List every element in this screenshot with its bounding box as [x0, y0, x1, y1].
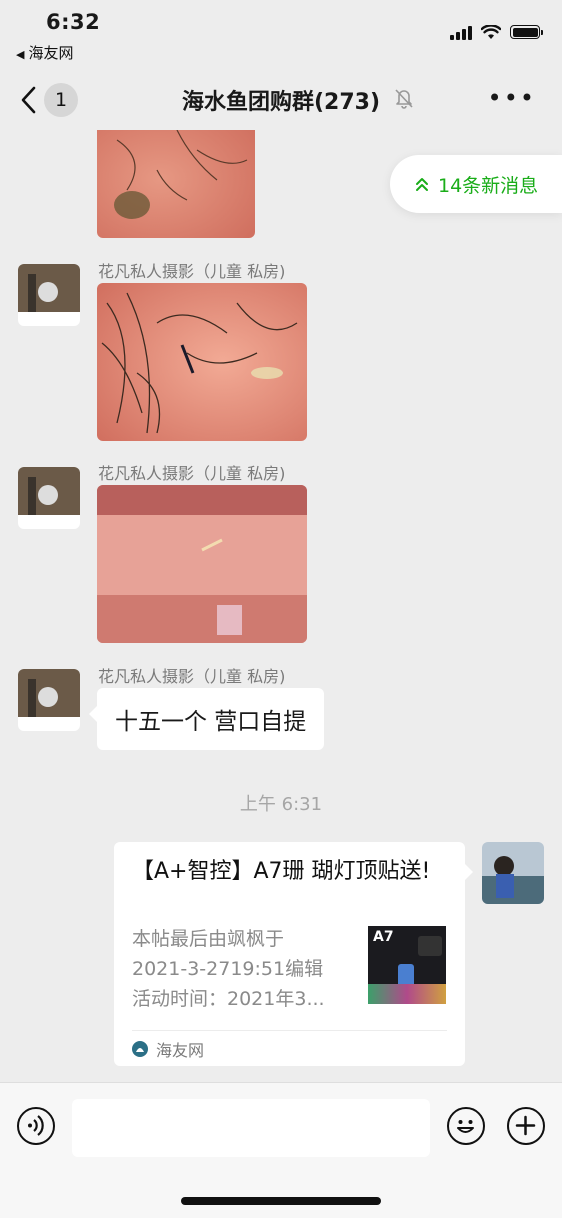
back-triangle-icon: ◀ — [16, 48, 25, 61]
sender-name: 花凡私人摄影（儿童 私房) — [98, 262, 286, 281]
new-messages-button[interactable]: 14条新消息 — [390, 155, 562, 213]
sender-avatar[interactable] — [18, 264, 80, 326]
voice-button[interactable] — [17, 1107, 55, 1145]
mute-bell-icon — [395, 89, 413, 109]
image-message[interactable] — [97, 485, 307, 643]
avatar-image — [482, 842, 544, 904]
image-message[interactable] — [97, 130, 255, 238]
sender-name: 花凡私人摄影（儿童 私房) — [98, 464, 286, 483]
aquarium-photo — [97, 130, 255, 238]
link-card-description: 本帖最后由飒枫于 2021-3-2719:51编辑 活动时间：2021年3... — [132, 928, 325, 1010]
emoji-icon — [457, 1120, 474, 1133]
source-name: 海友网 — [156, 1041, 205, 1060]
return-app-label: 海友网 — [28, 44, 74, 62]
plus-icon — [515, 1115, 536, 1136]
sender-avatar[interactable] — [18, 467, 80, 529]
home-indicator — [181, 1197, 381, 1205]
text-message-bubble[interactable]: 十五一个 营口自提 — [88, 688, 325, 750]
avatar-image — [18, 669, 80, 731]
image-message[interactable] — [97, 283, 307, 441]
aquarium-photo — [97, 485, 307, 643]
message-timestamp: 上午 6:31 — [239, 794, 323, 815]
chat-title: 海水鱼团购群(273) — [181, 90, 381, 115]
more-functions-button[interactable] — [507, 1107, 545, 1145]
voice-icon — [28, 1115, 44, 1136]
link-card-divider — [132, 1030, 447, 1031]
sender-name: 花凡私人摄影（儿童 私房) — [98, 667, 286, 686]
more-options-button[interactable]: ••• — [488, 86, 536, 110]
aquarium-photo — [97, 283, 307, 441]
status-time: 6:32 — [46, 10, 101, 34]
return-to-app-link[interactable]: ◀ 海友网 — [16, 42, 73, 63]
link-card-source: 海友网 — [132, 1037, 204, 1061]
status-icons — [450, 24, 543, 40]
source-app-icon — [132, 1041, 148, 1057]
cellular-signal-icon — [450, 24, 472, 40]
thumbnail-text: A7 — [373, 929, 394, 945]
status-bar: 6:32 ◀ 海友网 — [0, 0, 562, 70]
my-avatar[interactable] — [482, 842, 544, 904]
avatar-image — [18, 467, 80, 529]
message-input[interactable] — [72, 1099, 430, 1157]
wifi-icon — [481, 24, 501, 39]
emoji-button[interactable] — [447, 1107, 485, 1145]
new-messages-label: 14条新消息 — [438, 174, 539, 197]
link-card-title: 【A+智控】A7珊 瑚灯顶贴送! — [132, 859, 431, 884]
double-chevron-up-icon — [416, 178, 428, 191]
chat-message-list[interactable]: 14条新消息 花凡私人摄影（儿童 私房) 花凡私人摄影（儿童 私房) 花凡私人摄… — [0, 130, 562, 1082]
avatar-image — [18, 264, 80, 326]
sender-avatar[interactable] — [18, 669, 80, 731]
shared-link-card[interactable]: 【A+智控】A7珊 瑚灯顶贴送! 本帖最后由飒枫于 2021-3-2719:51… — [114, 842, 473, 1066]
battery-icon — [510, 25, 543, 39]
link-card-thumbnail: A7 — [368, 926, 446, 1004]
chat-header: 1 海水鱼团购群(273) ••• — [0, 70, 562, 130]
